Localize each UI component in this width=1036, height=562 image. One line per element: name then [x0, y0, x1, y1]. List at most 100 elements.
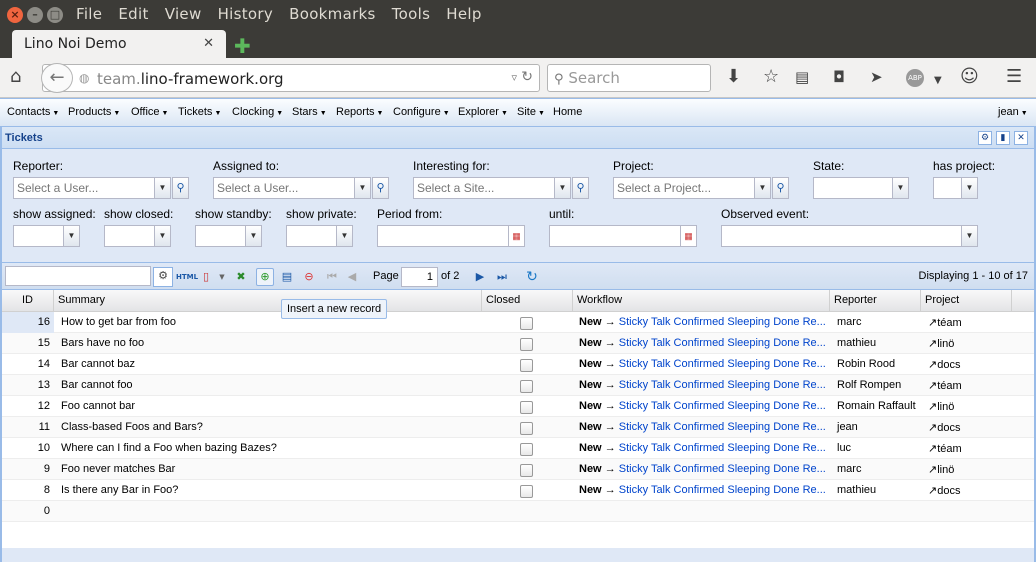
chevron-down-icon[interactable]: ▼ — [754, 177, 771, 199]
html-export-icon[interactable]: HTML — [176, 269, 198, 285]
interesting-combo[interactable]: Select a Site... ▼ — [413, 177, 571, 199]
search-input[interactable]: ⚲ Search — [547, 64, 711, 92]
closed-checkbox[interactable] — [520, 380, 533, 393]
quick-search-input[interactable] — [5, 266, 151, 286]
chevron-down-icon[interactable]: ▼ — [961, 177, 978, 199]
menu-view[interactable]: View — [165, 5, 202, 23]
workflow-actions-link[interactable]: Sticky Talk Confirmed Sleeping Done Re..… — [619, 337, 826, 349]
col-header-reporter[interactable]: Reporter — [830, 290, 921, 312]
menu-tools[interactable]: Tools — [392, 5, 430, 23]
user-menu[interactable]: jean ▼ — [998, 106, 1028, 118]
has-project-combo[interactable]: ▼ — [933, 177, 978, 199]
show-closed-combo[interactable]: ▼ — [104, 225, 171, 247]
menu-contacts[interactable]: Contacts ▼ — [7, 106, 59, 118]
menu-history[interactable]: History — [218, 5, 273, 23]
show-standby-combo[interactable]: ▼ — [195, 225, 262, 247]
show-private-combo[interactable]: ▼ — [286, 225, 353, 247]
table-row[interactable]: 16 How to get bar from foo New → Sticky Ta… — [2, 312, 1034, 333]
menu-help[interactable]: Help — [446, 5, 481, 23]
menu-configure[interactable]: Configure ▼ — [393, 106, 450, 118]
home-icon[interactable]: ⌂ — [10, 67, 21, 87]
workflow-actions-link[interactable]: Sticky Talk Confirmed Sleeping Done Re..… — [619, 484, 826, 496]
project-search-icon[interactable]: ⚲ — [772, 177, 789, 199]
next-page-icon[interactable]: ▶ — [472, 269, 488, 285]
project-link[interactable]: ↗téam — [928, 443, 962, 455]
menu-site[interactable]: Site ▼ — [517, 106, 545, 118]
last-page-icon[interactable]: ⏭ — [494, 269, 510, 285]
chevron-down-icon[interactable]: ▼ — [892, 177, 909, 199]
workflow-actions-link[interactable]: Sticky Talk Confirmed Sleeping Done Re..… — [619, 379, 826, 391]
col-header-project[interactable]: Project — [921, 290, 1012, 312]
col-header-summary[interactable]: Summary — [54, 290, 482, 312]
pdf-icon[interactable]: ▯ — [198, 269, 214, 285]
closed-checkbox[interactable] — [520, 464, 533, 477]
chevron-down-icon[interactable]: ▼ — [154, 177, 171, 199]
project-link[interactable]: ↗linö — [928, 401, 954, 413]
window-close-button[interactable]: × — [7, 7, 23, 23]
table-row[interactable]: 15 Bars have no foo New → Sticky Talk Conf… — [2, 333, 1034, 354]
calendar-icon[interactable]: ▦ — [680, 225, 697, 247]
hamburger-menu-icon[interactable]: ☰ — [1006, 67, 1022, 87]
insert-record-icon[interactable]: ⊕ — [256, 268, 274, 286]
table-row[interactable]: 12 Foo cannot bar New → Sticky Talk Confir… — [2, 396, 1034, 417]
new-tab-icon[interactable]: ✚ — [234, 34, 251, 58]
workflow-actions-link[interactable]: Sticky Talk Confirmed Sleeping Done Re..… — [619, 442, 826, 454]
tab-close-icon[interactable]: ✕ — [203, 36, 214, 51]
assigned-search-icon[interactable]: ⚲ — [372, 177, 389, 199]
pdf-dropdown-icon[interactable]: ▼ — [214, 269, 230, 285]
interesting-search-icon[interactable]: ⚲ — [572, 177, 589, 199]
excel-icon[interactable]: ✖ — [233, 269, 249, 285]
chevron-down-icon[interactable]: ▼ — [354, 177, 371, 199]
prev-page-icon[interactable]: ◀ — [344, 269, 360, 285]
reload-icon[interactable]: ↻ — [521, 69, 533, 85]
show-assigned-combo[interactable]: ▼ — [13, 225, 80, 247]
chevron-down-icon[interactable]: ▼ — [554, 177, 571, 199]
refresh-icon[interactable]: ↻ — [524, 269, 540, 285]
adblock-dropdown-icon[interactable]: ▼ — [934, 71, 942, 91]
reporter-search-icon[interactable]: ⚲ — [172, 177, 189, 199]
menu-office[interactable]: Office ▼ — [131, 106, 168, 118]
assigned-combo[interactable]: Select a User... ▼ — [213, 177, 371, 199]
project-link[interactable]: ↗linö — [928, 338, 954, 350]
project-combo[interactable]: Select a Project... ▼ — [613, 177, 771, 199]
workflow-actions-link[interactable]: Sticky Talk Confirmed Sleeping Done Re..… — [619, 316, 826, 328]
send-icon[interactable]: ➤ — [870, 67, 883, 87]
project-link[interactable]: ↗docs — [928, 359, 960, 371]
chevron-down-icon[interactable]: ▼ — [63, 225, 80, 247]
closed-checkbox[interactable] — [520, 338, 533, 351]
until-datefield[interactable]: ▦ — [549, 225, 697, 247]
project-link[interactable]: ↗docs — [928, 422, 960, 434]
project-link[interactable]: ↗téam — [928, 317, 962, 329]
closed-checkbox[interactable] — [520, 422, 533, 435]
menu-tickets[interactable]: Tickets ▼ — [178, 106, 221, 118]
workflow-actions-link[interactable]: Sticky Talk Confirmed Sleeping Done Re..… — [619, 358, 826, 370]
chevron-down-icon[interactable]: ▼ — [336, 225, 353, 247]
reading-list-icon[interactable]: ▤ — [795, 67, 809, 87]
window-minimize-button[interactable]: – — [27, 7, 43, 23]
url-dropdown-icon[interactable]: ▿ — [511, 71, 517, 84]
panel-close-icon[interactable]: ✕ — [1014, 131, 1028, 145]
project-link[interactable]: ↗linö — [928, 464, 954, 476]
project-link[interactable]: ↗téam — [928, 380, 962, 392]
table-row[interactable]: 8 Is there any Bar in Foo? New → Sticky Ta… — [2, 480, 1034, 501]
calendar-icon[interactable]: ▦ — [508, 225, 525, 247]
menu-bookmarks[interactable]: Bookmarks — [289, 5, 376, 23]
col-header-id[interactable]: ID — [2, 290, 54, 312]
page-input[interactable]: 1 — [401, 267, 438, 287]
chevron-down-icon[interactable]: ▼ — [961, 225, 978, 247]
closed-checkbox[interactable] — [520, 485, 533, 498]
menu-edit[interactable]: Edit — [118, 5, 148, 23]
closed-checkbox[interactable] — [520, 317, 533, 330]
col-header-workflow[interactable]: Workflow — [573, 290, 830, 312]
table-row[interactable]: 11 Class-based Foos and Bars? New → Sticky… — [2, 417, 1034, 438]
project-link[interactable]: ↗docs — [928, 485, 960, 497]
browser-tab[interactable]: Lino Noi Demo ✕ — [12, 30, 226, 60]
table-row[interactable]: 9 Foo never matches Bar New → Sticky Talk … — [2, 459, 1034, 480]
chevron-down-icon[interactable]: ▼ — [245, 225, 262, 247]
first-page-icon[interactable]: ⏮ — [324, 269, 340, 285]
window-maximize-button[interactable]: □ — [47, 7, 63, 23]
state-combo[interactable]: ▼ — [813, 177, 909, 199]
delete-icon[interactable]: ⊖ — [301, 269, 317, 285]
closed-checkbox[interactable] — [520, 443, 533, 456]
menu-home[interactable]: Home — [553, 106, 582, 118]
